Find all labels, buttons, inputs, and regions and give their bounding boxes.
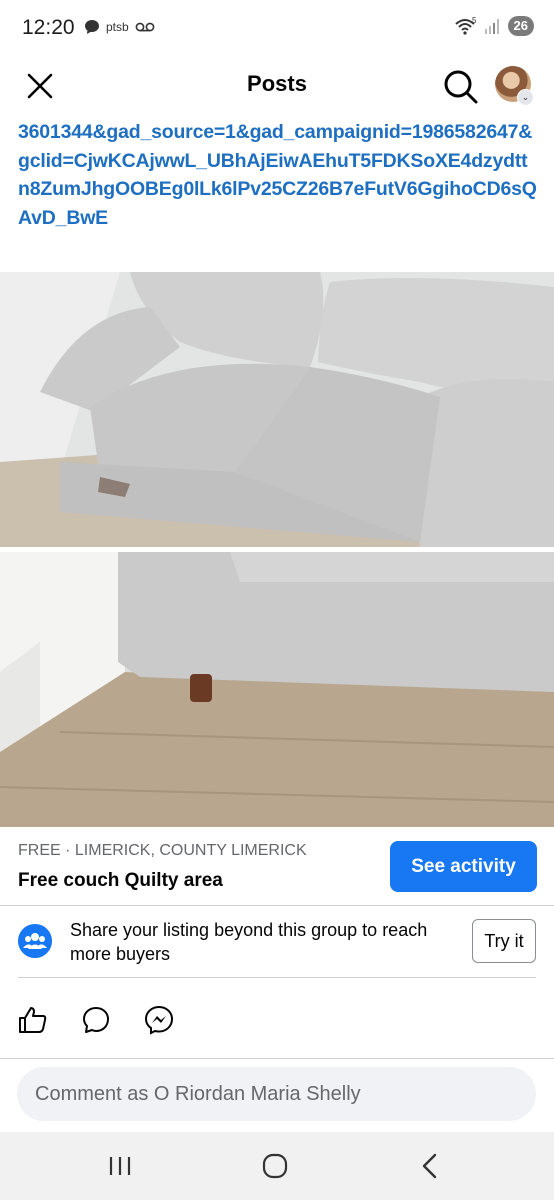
see-activity-button[interactable]: See activity [390,841,537,892]
group-icon [18,924,52,958]
carrier-label: ptsb [106,20,129,34]
messenger-icon[interactable] [144,1005,174,1035]
post-link-text[interactable]: 3601344&gad_source=1&gad_campaignid=1986… [18,118,538,232]
listing-title: Free couch Quilty area [18,870,223,891]
comment-input[interactable]: Comment as O Riordan Maria Shelly [17,1067,536,1121]
post-actions [0,995,554,1051]
search-icon[interactable] [440,66,480,106]
share-listing-prompt: Share your listing beyond this group to … [0,906,554,978]
home-icon[interactable] [255,1148,295,1184]
chevron-down-icon[interactable]: ⌄ [517,89,534,106]
share-prompt-text: Share your listing beyond this group to … [70,920,428,964]
comment-composer: Comment as O Riordan Maria Shelly [0,1060,554,1132]
listing-photo-1[interactable] [0,272,554,547]
comment-icon[interactable] [81,1005,111,1035]
wifi-label: 5 [472,16,477,25]
try-it-button[interactable]: Try it [472,919,536,963]
divider [18,977,536,978]
system-navigation-bar [0,1132,554,1200]
sofa-leg-photo-illustration [0,552,554,827]
listing-summary: FREE · LIMERICK, COUNTY LIMERICK Free co… [0,827,554,905]
voicemail-icon [135,22,155,32]
battery-indicator: 26 [507,16,534,36]
like-icon[interactable] [18,1005,48,1035]
sofa-photo-illustration [0,272,554,547]
wifi-icon: 5 [454,16,477,35]
listing-photo-2[interactable] [0,552,554,827]
message-notification-icon [85,20,99,34]
back-icon[interactable] [410,1148,450,1184]
recent-apps-icon[interactable] [100,1148,140,1184]
listing-meta: FREE · LIMERICK, COUNTY LIMERICK [18,842,307,859]
divider [0,1058,554,1059]
status-time: 12:20 [22,16,75,39]
signal-icon [484,19,499,34]
header-bar: Posts ⌄ [0,58,554,114]
status-bar: 12:20 ptsb 5 26 [0,0,554,58]
